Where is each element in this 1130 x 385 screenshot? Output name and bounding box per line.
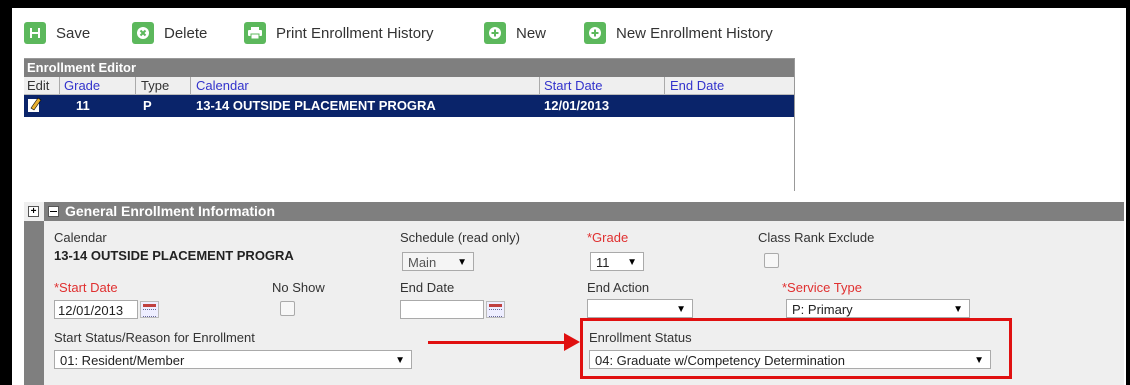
chevron-down-icon: ▼ xyxy=(676,304,686,315)
start-status-value: 01: Resident/Member xyxy=(60,353,185,368)
start-status-label: Start Status/Reason for Enrollment xyxy=(54,330,255,345)
start-date-label: *Start Date xyxy=(54,280,118,295)
chevron-down-icon: ▼ xyxy=(457,257,467,268)
table-row[interactable]: 11 P 13-14 OUTSIDE PLACEMENT PROGRA 12/0… xyxy=(24,95,794,117)
save-icon xyxy=(24,22,46,44)
plus-icon xyxy=(484,22,506,44)
row-grade: 11 xyxy=(76,98,90,113)
col-edit: Edit xyxy=(27,78,50,93)
end-action-select[interactable]: ▼ xyxy=(587,299,693,318)
enrollment-editor: Enrollment Editor Edit Grade Type Calend… xyxy=(24,58,795,191)
schedule-select: Main ▼ xyxy=(402,252,474,271)
end-date-input[interactable] xyxy=(400,300,484,319)
start-status-select[interactable]: 01: Resident/Member ▼ xyxy=(54,350,412,369)
left-rail xyxy=(24,221,44,385)
col-end-date[interactable]: End Date xyxy=(670,78,724,93)
col-type[interactable]: Type xyxy=(141,78,169,93)
service-type-value: P: Primary xyxy=(792,302,853,317)
class-rank-exclude-checkbox[interactable] xyxy=(764,253,779,268)
no-show-checkbox[interactable] xyxy=(280,301,295,316)
delete-label: Delete xyxy=(164,24,208,42)
delete-icon xyxy=(132,22,154,44)
save-label: Save xyxy=(56,24,91,42)
editor-title: Enrollment Editor xyxy=(24,59,794,77)
service-type-select[interactable]: P: Primary ▼ xyxy=(786,299,970,318)
new-history-label: New Enrollment History xyxy=(616,24,773,42)
row-type: P xyxy=(143,98,152,113)
col-calendar[interactable]: Calendar xyxy=(196,78,249,93)
start-date-input[interactable]: 12/01/2013 xyxy=(54,300,138,319)
calendar-label: Calendar xyxy=(54,230,107,245)
service-type-label: *Service Type xyxy=(782,280,862,295)
start-date-value: 12/01/2013 xyxy=(58,303,124,318)
row-calendar: 13-14 OUTSIDE PLACEMENT PROGRA xyxy=(196,98,436,113)
general-title-bar[interactable]: General Enrollment Information xyxy=(44,202,1124,221)
print-enrollment-history-button[interactable]: Print Enrollment History xyxy=(244,16,434,50)
annotation-arrow-head xyxy=(564,333,580,351)
chevron-down-icon: ▼ xyxy=(395,355,405,366)
new-label: New xyxy=(516,24,547,42)
edit-icon[interactable] xyxy=(28,97,42,116)
delete-button[interactable]: Delete xyxy=(132,16,207,50)
calendar-picker-icon[interactable] xyxy=(486,301,505,318)
col-grade[interactable]: Grade xyxy=(64,78,100,93)
new-button[interactable]: New xyxy=(484,16,546,50)
general-header: + General Enrollment Information xyxy=(24,202,1124,221)
enrollment-status-value: 04: Graduate w/Competency Determination xyxy=(595,353,846,368)
grade-label: *Grade xyxy=(587,230,629,245)
calendar-picker-icon[interactable] xyxy=(140,301,159,318)
grade-select[interactable]: 11 ▼ xyxy=(590,252,644,271)
calendar-value: 13-14 OUTSIDE PLACEMENT PROGRA xyxy=(54,248,294,263)
print-label: Print Enrollment History xyxy=(276,24,434,42)
enrollment-status-label: Enrollment Status xyxy=(589,330,692,345)
enrollment-status-select[interactable]: 04: Graduate w/Competency Determination ▼ xyxy=(589,350,991,369)
schedule-value: Main xyxy=(408,255,437,270)
general-enrollment-panel: + General Enrollment Information Calenda… xyxy=(24,202,1124,385)
chevron-down-icon: ▼ xyxy=(974,355,984,366)
end-action-label: End Action xyxy=(587,280,650,295)
new-enrollment-history-button[interactable]: New Enrollment History xyxy=(584,16,773,50)
save-button[interactable]: Save xyxy=(24,16,90,50)
row-start-date: 12/01/2013 xyxy=(544,98,610,113)
plus-icon xyxy=(584,22,606,44)
schedule-label: Schedule (read only) xyxy=(400,230,520,245)
general-title: General Enrollment Information xyxy=(65,203,276,219)
class-rank-exclude-label: Class Rank Exclude xyxy=(758,230,875,245)
end-date-label: End Date xyxy=(400,280,455,295)
print-icon xyxy=(244,22,266,44)
annotation-arrow xyxy=(428,341,568,344)
chevron-down-icon: ▼ xyxy=(953,304,963,315)
col-start-date[interactable]: Start Date xyxy=(544,78,603,93)
collapse-icon[interactable] xyxy=(48,205,59,217)
editor-column-headers: Edit Grade Type Calendar Start Date End … xyxy=(24,77,794,95)
app-canvas: Save Delete Print Enrollment History New… xyxy=(12,8,1126,385)
chevron-down-icon: ▼ xyxy=(627,257,637,268)
no-show-label: No Show xyxy=(272,280,325,295)
expand-icon[interactable]: + xyxy=(28,206,39,217)
grade-value: 11 xyxy=(596,255,610,270)
